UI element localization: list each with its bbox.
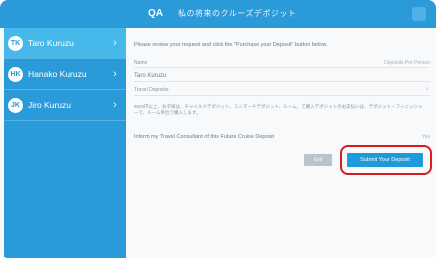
name-header-row: Name Deposits Per Person [134,58,430,68]
name-value-row: Taro Kuruzu [134,70,430,82]
sidebar-item-label: Hanako Kuruzu [28,69,87,79]
exit-button[interactable]: Exit [304,154,332,166]
instruction-text: Please review your request and click the… [134,42,328,48]
sidebar-item-taro-kuruzu[interactable]: TK Taro Kuruzu › [4,28,126,59]
submit-deposit-button[interactable]: Submit Your Deposit [347,153,423,167]
chevron-right-icon: › [113,99,117,111]
travel-deposits-row[interactable]: Travel Deposits › [134,84,430,96]
inform-consultant-value: Yes [421,134,430,140]
sidebar-item-hanako-kuruzu[interactable]: HK Hanako Kuruzu › [4,59,126,90]
app-window: QA 私の将来のクルーズデポジット TK Taro Kuruzu › HK Ha… [0,0,436,258]
avatar: JK [8,97,23,113]
header-bar: QA 私の将来のクルーズデポジット [0,0,436,28]
travel-deposits-label: Travel Deposits [134,87,169,93]
avatar: TK [8,35,23,51]
chevron-right-icon: › [113,37,117,49]
inform-consultant-label: Inform my Travel Consultant of this Futu… [134,134,274,140]
sidebar-item-label: Taro Kuruzu [28,38,74,48]
chevron-right-icon: › [113,68,117,80]
sidebar: TK Taro Kuruzu › HK Hanako Kuruzu › JK J… [4,28,126,258]
avatar: HK [8,66,23,82]
menu-icon[interactable] [412,7,426,21]
inform-consultant-row[interactable]: Inform my Travel Consultant of this Futu… [134,132,430,144]
brand-logo: QA [148,8,163,19]
name-label: Name [134,60,148,66]
deposits-per-person-label: Deposits Per Person [384,60,430,66]
main-content: Please review your request and click the… [126,28,436,258]
name-value: Taro Kuruzu [134,73,167,79]
sidebar-item-jiro-kuruzu[interactable]: JK Jiro Kuruzu › [4,90,126,121]
page-title: 私の将来のクルーズデポジット [178,9,297,18]
deposit-notes: 9000円以上、お子様は、チャイルドデポジット、ミニマードデポジット、ルーム、で… [134,104,423,115]
chevron-right-icon: › [425,86,428,93]
sidebar-item-label: Jiro Kuruzu [28,100,71,110]
